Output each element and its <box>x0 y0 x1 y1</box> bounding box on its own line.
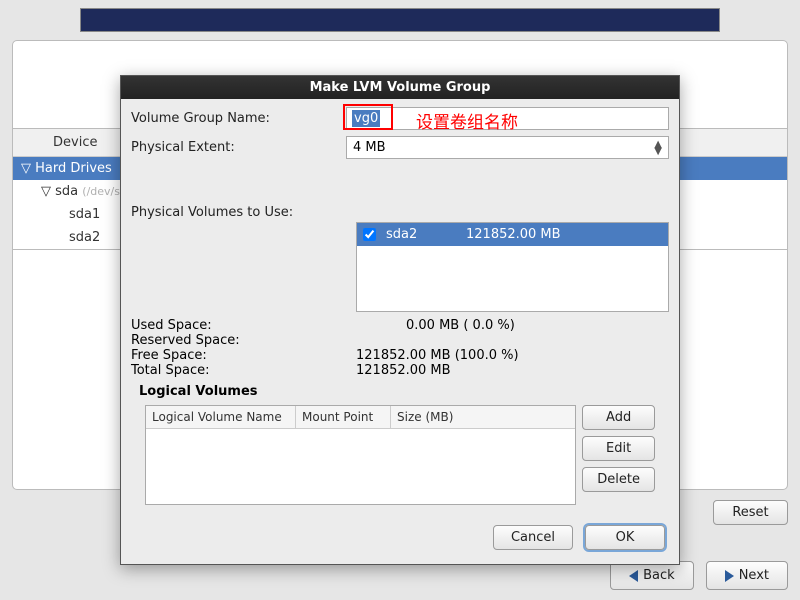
lv-edit-button[interactable]: Edit <box>582 436 655 461</box>
dialog-title: Make LVM Volume Group <box>121 76 679 99</box>
top-banner <box>80 8 720 32</box>
ok-button[interactable]: OK <box>585 525 665 550</box>
next-button[interactable]: Next <box>706 561 788 590</box>
next-button-label: Next <box>739 568 769 583</box>
back-button[interactable]: Back <box>610 561 694 590</box>
pv-item-sda2[interactable]: sda2 121852.00 MB <box>357 223 668 246</box>
physical-extent-select[interactable]: 4 MB ▲▼ <box>346 136 669 159</box>
vg-name-value: vg0 <box>352 110 380 127</box>
wizard-footer: Back Next <box>610 561 788 590</box>
used-space-value: 0.00 MB ( 0.0 %) <box>356 318 515 333</box>
pv-list[interactable]: sda2 121852.00 MB <box>356 222 669 312</box>
physical-extent-value: 4 MB <box>353 140 386 155</box>
cancel-button[interactable]: Cancel <box>493 525 573 550</box>
total-space-label: Total Space: <box>131 363 356 378</box>
free-space-value: 121852.00 MB (100.0 %) <box>356 348 519 363</box>
lv-delete-button[interactable]: Delete <box>582 467 655 492</box>
vg-name-input[interactable]: vg0 <box>346 107 669 130</box>
spinner-icon: ▲▼ <box>654 141 662 155</box>
used-space-label: Used Space: <box>131 318 356 333</box>
vg-name-label: Volume Group Name: <box>131 111 346 126</box>
arrow-right-icon <box>725 570 734 582</box>
arrow-left-icon <box>629 570 638 582</box>
make-lvm-dialog: Make LVM Volume Group Volume Group Name:… <box>120 75 680 565</box>
lv-table-header: Logical Volume Name Mount Point Size (MB… <box>146 406 575 429</box>
lv-col-mount[interactable]: Mount Point <box>296 406 391 428</box>
back-button-label: Back <box>643 568 675 583</box>
pv-to-use-label: Physical Volumes to Use: <box>131 165 346 220</box>
physical-extent-label: Physical Extent: <box>131 140 346 155</box>
space-stats: Used Space:0.00 MB ( 0.0 %) Reserved Spa… <box>131 318 669 378</box>
pv-checkbox-sda2[interactable] <box>363 228 376 241</box>
pv-item-name: sda2 <box>386 227 456 242</box>
reset-button[interactable]: Reset <box>713 500 788 525</box>
pv-item-size: 121852.00 MB <box>466 227 561 242</box>
lv-col-name[interactable]: Logical Volume Name <box>146 406 296 428</box>
total-space-value: 121852.00 MB <box>356 363 451 378</box>
reserved-space-label: Reserved Space: <box>131 333 356 348</box>
tree-sda-label: sda <box>55 184 78 199</box>
lv-add-button[interactable]: Add <box>582 405 655 430</box>
logical-volumes-table[interactable]: Logical Volume Name Mount Point Size (MB… <box>145 405 576 505</box>
free-space-label: Free Space: <box>131 348 356 363</box>
logical-volumes-heading: Logical Volumes <box>139 384 669 399</box>
lv-col-size[interactable]: Size (MB) <box>391 406 575 428</box>
